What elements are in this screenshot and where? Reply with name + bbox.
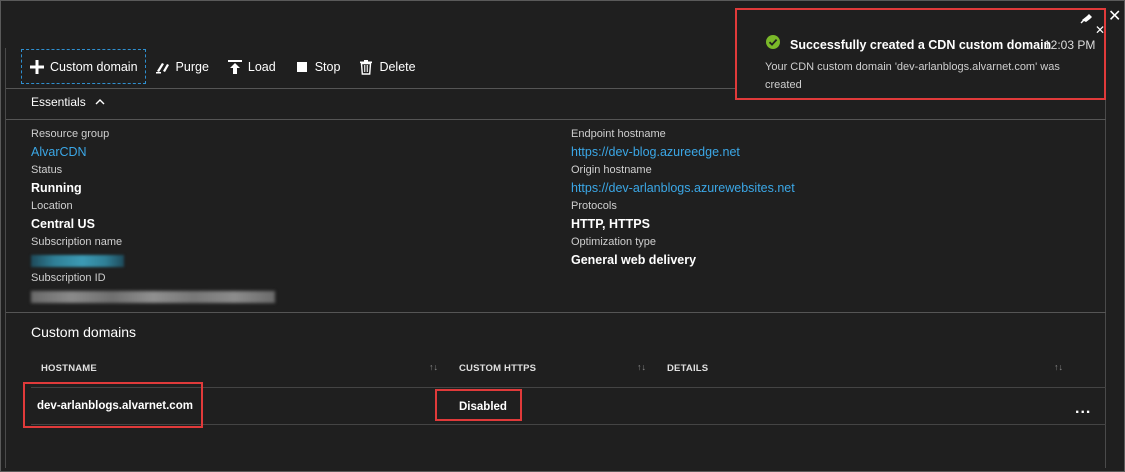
- optimization-type-label: Optimization type: [571, 236, 656, 248]
- stop-icon: [294, 59, 310, 75]
- stop-button[interactable]: Stop: [285, 49, 350, 84]
- redacted-subscription-id: [31, 290, 275, 303]
- location-label: Location: [31, 200, 73, 212]
- essentials-bottom-divider: [6, 312, 1106, 313]
- purge-icon: [155, 59, 171, 75]
- highlight-custom-https: [435, 389, 522, 421]
- row-more-button[interactable]: ...: [1075, 400, 1091, 418]
- sort-icon[interactable]: ↑↓: [429, 362, 438, 372]
- delete-label: Delete: [379, 59, 416, 74]
- load-label: Load: [247, 59, 276, 74]
- column-header-custom-https[interactable]: CUSTOM HTTPS: [459, 363, 536, 374]
- essentials-divider: [6, 119, 1106, 120]
- custom-domains-title: Custom domains: [31, 324, 137, 340]
- stop-label: Stop: [314, 59, 341, 74]
- chevron-up-icon: [95, 99, 105, 105]
- plus-icon: [29, 59, 45, 75]
- close-icon[interactable]: ✕: [1108, 9, 1121, 25]
- redacted-subscription-name: [31, 254, 124, 267]
- resource-group-link[interactable]: AlvarCDN: [31, 142, 275, 162]
- highlight-notification: [735, 8, 1106, 100]
- essentials-right-column: Endpoint hostname https://dev-blog.azure…: [571, 126, 795, 270]
- subscription-name-label: Subscription name: [31, 236, 123, 248]
- resource-group-label: Resource group: [31, 128, 110, 140]
- pin-icon[interactable]: [1080, 10, 1094, 24]
- trash-icon: [358, 59, 374, 75]
- subscription-name-value[interactable]: [31, 250, 275, 270]
- load-icon: [227, 59, 243, 75]
- status-value: Running: [31, 181, 82, 195]
- custom-domain-label: Custom domain: [50, 59, 138, 74]
- subscription-id-value: [31, 286, 275, 306]
- purge-label: Purge: [175, 59, 209, 74]
- column-header-hostname[interactable]: HOSTNAME: [41, 363, 97, 374]
- command-bar: Custom domain Purge Load Stop Delete: [21, 49, 425, 84]
- load-button[interactable]: Load: [218, 49, 285, 84]
- column-header-details[interactable]: DETAILS: [667, 363, 708, 374]
- custom-domain-button[interactable]: Custom domain: [21, 49, 146, 84]
- delete-button[interactable]: Delete: [349, 49, 424, 84]
- essentials-toggle[interactable]: Essentials: [31, 95, 106, 109]
- highlight-hostname: [23, 382, 203, 428]
- protocols-value: HTTP, HTTPS: [571, 217, 650, 231]
- origin-hostname-label: Origin hostname: [571, 164, 652, 176]
- endpoint-hostname-link[interactable]: https://dev-blog.azureedge.net: [571, 142, 795, 162]
- sort-icon[interactable]: ↑↓: [637, 362, 646, 372]
- protocols-label: Protocols: [571, 200, 617, 212]
- purge-button[interactable]: Purge: [146, 49, 218, 84]
- status-label: Status: [31, 164, 63, 176]
- location-value: Central US: [31, 217, 95, 231]
- essentials-left-column: Resource group AlvarCDN Status Running L…: [31, 126, 275, 306]
- optimization-type-value: General web delivery: [571, 253, 697, 267]
- endpoint-hostname-label: Endpoint hostname: [571, 128, 666, 140]
- blade-left-border: [5, 48, 6, 468]
- origin-hostname-link[interactable]: https://dev-arlanblogs.azurewebsites.net: [571, 178, 795, 198]
- subscription-id-label: Subscription ID: [31, 272, 106, 284]
- sort-icon[interactable]: ↑↓: [1054, 362, 1063, 372]
- essentials-title: Essentials: [31, 95, 86, 109]
